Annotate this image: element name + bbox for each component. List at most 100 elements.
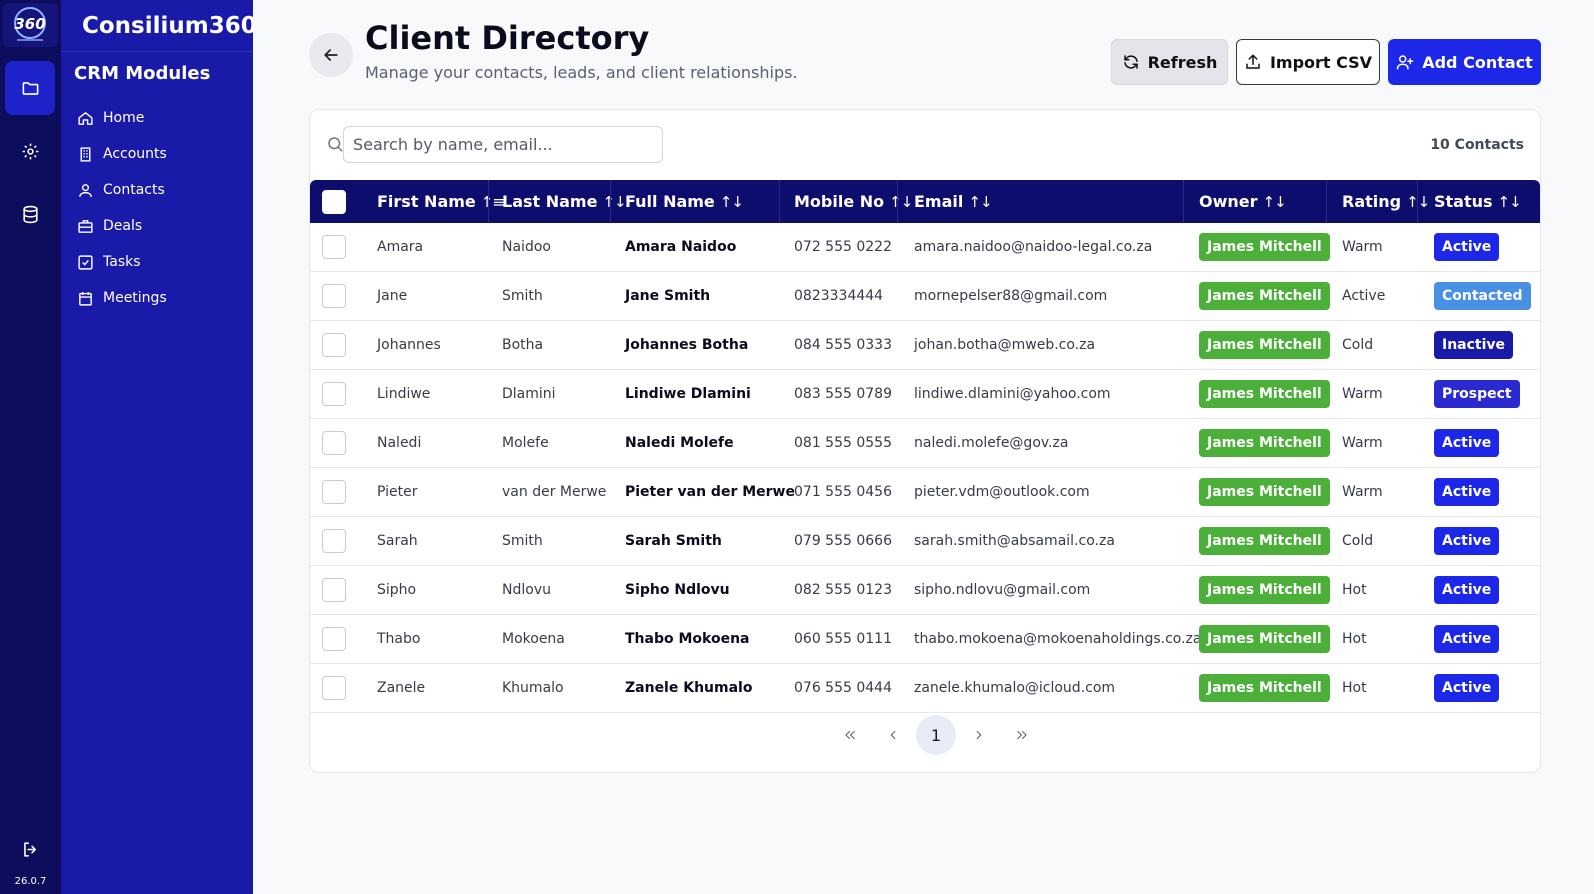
- database-rail-button[interactable]: [5, 187, 55, 241]
- sidebar-item-contacts[interactable]: Contacts: [74, 172, 244, 208]
- chevrons-right-icon: [1017, 730, 1027, 740]
- status-badge: Active: [1434, 233, 1500, 261]
- logout-button[interactable]: [5, 822, 55, 876]
- row-checkbox[interactable]: [322, 431, 346, 455]
- owner-badge: James Mitchell: [1199, 331, 1330, 359]
- column-divider: [488, 180, 489, 223]
- upload-icon: [1246, 54, 1260, 69]
- row-select-cell: [322, 223, 346, 271]
- status-badge: Active: [1434, 527, 1500, 555]
- mobile-cell: 076 555 0444: [794, 680, 892, 696]
- column-label: First Name: [377, 192, 476, 211]
- table-row[interactable]: Lindiwe Dlamini Lindiwe Dlamini 083 555 …: [310, 370, 1540, 419]
- full-name-cell: Naledi Molefe: [625, 435, 734, 451]
- sidebar-item-deals[interactable]: Deals: [74, 208, 244, 244]
- briefcase-icon: [78, 219, 93, 233]
- column-owner[interactable]: Owner ↑↓: [1199, 180, 1287, 223]
- owner-badge: James Mitchell: [1199, 429, 1330, 457]
- search-input[interactable]: [343, 126, 663, 163]
- building-icon: [80, 146, 91, 162]
- table-row[interactable]: Johannes Botha Johannes Botha 084 555 03…: [310, 321, 1540, 370]
- last-name-cell: Botha: [502, 337, 544, 353]
- column-last-name[interactable]: Last Name ↑↓: [502, 180, 627, 223]
- row-checkbox[interactable]: [322, 578, 346, 602]
- owner-cell: James Mitchell: [1199, 272, 1330, 320]
- brand-name: Consilium360: [61, 0, 257, 52]
- select-all-checkbox[interactable]: [322, 189, 346, 214]
- page-button-current[interactable]: 1: [916, 715, 956, 755]
- column-divider: [897, 180, 898, 223]
- rating-cell: Hot: [1342, 582, 1367, 598]
- owner-badge: James Mitchell: [1199, 380, 1330, 408]
- arrow-left-icon: [324, 49, 338, 61]
- email-cell: thabo.mokoena@mokoenaholdings.co.za: [914, 631, 1202, 647]
- first-page-button[interactable]: [830, 715, 870, 755]
- owner-badge: James Mitchell: [1199, 674, 1330, 702]
- full-name-cell: Amara Naidoo: [625, 239, 737, 255]
- app-version: 26.0.7: [14, 876, 47, 887]
- settings-rail-button[interactable]: [5, 124, 55, 178]
- sort-icon: ↑↓: [719, 192, 744, 211]
- row-checkbox[interactable]: [322, 529, 346, 553]
- sidebar-item-tasks[interactable]: Tasks: [74, 244, 244, 280]
- table-row[interactable]: Zanele Khumalo Zanele Khumalo 076 555 04…: [310, 664, 1540, 713]
- row-checkbox[interactable]: [322, 676, 346, 700]
- status-cell: Active: [1434, 615, 1500, 663]
- column-label: Mobile No: [794, 192, 885, 211]
- refresh-button[interactable]: Refresh: [1111, 39, 1228, 85]
- column-status[interactable]: Status ↑↓: [1434, 180, 1522, 223]
- row-select-cell: [322, 615, 346, 663]
- owner-cell: James Mitchell: [1199, 321, 1330, 369]
- full-name-cell: Zanele Khumalo: [625, 680, 753, 696]
- next-page-button[interactable]: [959, 715, 999, 755]
- mobile-cell: 072 555 0222: [794, 239, 892, 255]
- table-header: First Name ↑≡ Last Name ↑↓ Full Name ↑↓ Mob…: [310, 180, 1540, 223]
- table-row[interactable]: Naledi Molefe Naledi Molefe 081 555 0555…: [310, 419, 1540, 468]
- status-cell: Active: [1434, 223, 1500, 271]
- prev-page-button[interactable]: [873, 715, 913, 755]
- chevron-left-icon: [890, 730, 896, 740]
- email-cell: sarah.smith@absamail.co.za: [914, 533, 1115, 549]
- column-first-name[interactable]: First Name ↑≡: [377, 180, 505, 223]
- table-row[interactable]: Amara Naidoo Amara Naidoo 072 555 0222 a…: [310, 223, 1540, 272]
- import-csv-button[interactable]: Import CSV: [1236, 39, 1380, 85]
- column-label: Rating: [1342, 192, 1402, 211]
- sort-icon: ↑↓: [889, 192, 913, 211]
- column-label: Owner: [1199, 192, 1258, 211]
- table-row[interactable]: Thabo Mokoena Thabo Mokoena 060 555 0111…: [310, 615, 1540, 664]
- last-page-button[interactable]: [1002, 715, 1042, 755]
- last-name-cell: Smith: [502, 288, 543, 304]
- status-badge: Active: [1434, 625, 1500, 653]
- sidebar-item-meetings[interactable]: Meetings: [74, 280, 244, 316]
- row-checkbox[interactable]: [322, 235, 346, 259]
- refresh-label: Refresh: [1147, 52, 1218, 72]
- table-row[interactable]: Sipho Ndlovu Sipho Ndlovu 082 555 0123 s…: [310, 566, 1540, 615]
- column-mobile-no[interactable]: Mobile No ↑↓: [794, 180, 913, 223]
- sidebar-item-label: Meetings: [103, 290, 167, 306]
- row-checkbox[interactable]: [322, 284, 346, 308]
- table-row[interactable]: Jane Smith Jane Smith 0823334444 mornepe…: [310, 272, 1540, 321]
- row-checkbox[interactable]: [322, 480, 346, 504]
- app-logo: 360: [3, 3, 58, 47]
- contact-count: 10 Contacts: [1430, 137, 1524, 153]
- owner-badge: James Mitchell: [1199, 527, 1330, 555]
- back-button[interactable]: [309, 33, 353, 77]
- sidebar-item-home[interactable]: Home: [74, 100, 244, 136]
- database-icon: [22, 205, 38, 223]
- column-full-name[interactable]: Full Name ↑↓: [625, 180, 744, 223]
- icon-rail: 360 26.0.7: [0, 0, 61, 894]
- table-row[interactable]: Pieter van der Merwe Pieter van der Merw…: [310, 468, 1540, 517]
- row-checkbox[interactable]: [322, 382, 346, 406]
- owner-badge: James Mitchell: [1199, 478, 1330, 506]
- mobile-cell: 081 555 0555: [794, 435, 892, 451]
- owner-cell: James Mitchell: [1199, 664, 1330, 712]
- sidebar-item-accounts[interactable]: Accounts: [74, 136, 244, 172]
- calendar-icon: [79, 291, 92, 306]
- modules-rail-button[interactable]: [5, 61, 55, 115]
- column-email[interactable]: Email ↑↓: [914, 180, 993, 223]
- row-checkbox[interactable]: [322, 627, 346, 651]
- row-checkbox[interactable]: [322, 333, 346, 357]
- table-row[interactable]: Sarah Smith Sarah Smith 079 555 0666 sar…: [310, 517, 1540, 566]
- owner-cell: James Mitchell: [1199, 370, 1330, 418]
- add-contact-button[interactable]: Add Contact: [1388, 39, 1541, 85]
